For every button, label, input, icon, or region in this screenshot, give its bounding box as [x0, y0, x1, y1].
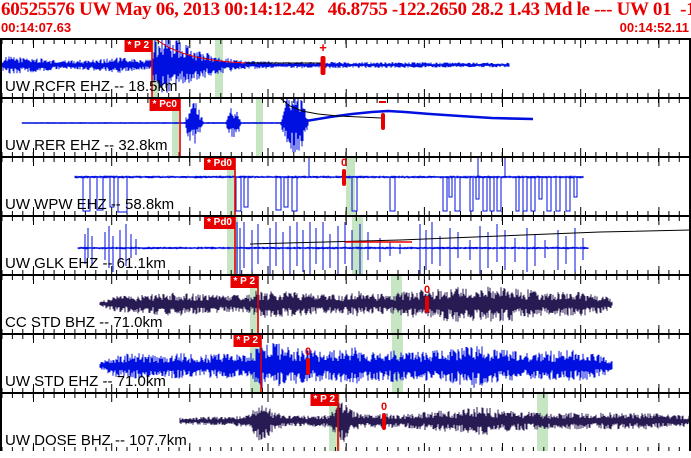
pick-flag[interactable]: * Pd0: [203, 158, 235, 170]
window-start-time: 00:14:07.63: [1, 20, 72, 35]
trace-label: UW RER EHZ -- 32.8km: [5, 137, 168, 154]
trace-label: CC STD BHZ -- 71.0km: [5, 314, 163, 331]
pick-flag[interactable]: * P 2: [230, 276, 258, 288]
seismogram-app-window: 60525576 UW May 06, 2013 00:14:12.42 46.…: [0, 0, 691, 458]
seismogram-view: +0 0 0 0 * P 2 UW RCFR EHZ -- 18.5km * Pc0 UW R…: [0, 38, 691, 451]
trace-label: UW RCFR EHZ -- 18.5km: [5, 78, 178, 95]
pick-flag[interactable]: * P 2: [124, 40, 152, 52]
trace-label: UW DOSE BHZ -- 107.7km: [5, 432, 187, 449]
trace-label: UW WPW EHZ -- 58.8km: [5, 196, 175, 213]
window-end-time: 00:14:52.11: [619, 20, 689, 35]
pick-flag[interactable]: * Pd0: [203, 217, 235, 229]
event-title: 60525576 UW May 06, 2013 00:14:12.42 46.…: [1, 0, 691, 20]
pick-flag[interactable]: * Pc0: [149, 99, 180, 111]
pick-flag[interactable]: * P 2: [233, 335, 261, 347]
trace-label: UW STD EHZ -- 71.0km: [5, 373, 166, 390]
time-window-row: 00:14:07.63 00:14:52.11: [0, 20, 691, 36]
pick-flag[interactable]: * P 2: [310, 394, 338, 406]
trace-label: UW GLK EHZ -- 61.1km: [5, 255, 166, 272]
